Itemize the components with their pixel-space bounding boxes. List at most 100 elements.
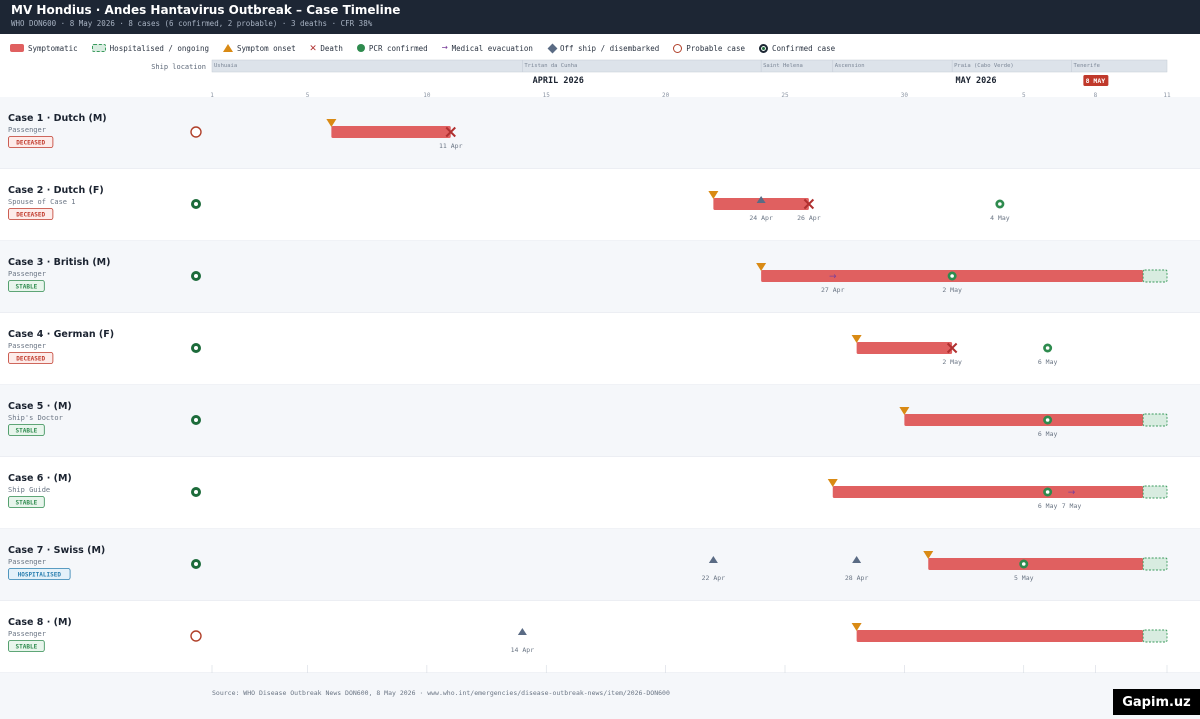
location-label: Tristan da Cunha [524,63,577,69]
probable-case-icon [190,630,202,642]
hospitalised-bar [1142,629,1168,643]
case-timeline-chart: Ship location Ushuaia Tristan da Cunha Sain… [0,59,1200,719]
event-date-label: 26 Apr [797,214,821,222]
hospitalised-bar [1142,269,1168,283]
hollow-circle-icon [673,43,683,53]
case-role: Passenger [8,270,46,278]
legend-label: Death [320,43,343,53]
event-date-label: 6 May [1038,502,1058,510]
event-date-label: 5 May [1014,574,1034,582]
x-mark-icon: ✕ [309,41,317,54]
legend-label: Medical evacuation [451,43,533,53]
symptomatic-bar [856,630,1144,642]
dot-icon [356,44,365,52]
legend-item-probable: Probable case [673,43,745,53]
legend-item-symptomatic: Symptomatic [10,44,78,53]
hospitalised-bar [1142,413,1168,427]
case-title: Case 2 · Dutch (F) [8,185,104,196]
case-title: Case 7 · Swiss (M) [8,545,105,556]
legend-item-onset: Symptom onset [223,44,296,53]
pcr-confirmed-icon-center [1045,418,1050,422]
event-date-label: 7 May [1062,502,1082,510]
location-label: Tenerife [1074,63,1101,69]
status-badge-text: STABLE [16,428,38,435]
case-title: Case 5 · (M) [8,401,72,412]
legend-item-death: ✕ Death [309,41,343,54]
legend-item-pcr: PCR confirmed [356,43,428,53]
symptomatic-bar [331,126,451,138]
ship-location-label: Ship location [151,63,206,71]
pcr-confirmed-icon-center [950,274,954,278]
chart-legend: Symptomatic Hospitalised / ongoing Symptom… [10,42,849,54]
event-date-label: 2 May [942,358,962,366]
symptomatic-bar [904,414,1144,426]
pcr-confirmed-icon-center [1045,490,1050,494]
month-label: MAY 2026 [956,76,997,86]
status-badge-text: STABLE [16,500,38,507]
location-label: Saint Helena [763,63,803,69]
legend-label: Hospitalised / ongoing [109,43,210,53]
case-row-bg [0,97,1200,169]
dashed-bar-swatch [91,44,106,52]
today-label: 8 MAY [1086,77,1106,85]
event-date-label: 27 Apr [821,286,845,294]
pcr-confirmed-icon-center [1021,562,1026,566]
page-title: MV Hondius · Andes Hantavirus Outbreak –… [11,3,401,17]
legend-label: PCR confirmed [368,43,428,53]
confirmed-case-icon-center [194,490,198,494]
hospitalised-bar [1142,485,1168,499]
status-badge-text: DECEASED [16,356,45,363]
confirmed-case-icon-center [194,562,198,566]
location-label: Ushuaia [214,63,237,69]
case-role: Passenger [8,342,46,350]
confirmed-case-icon-center [194,202,198,206]
event-date-label: 6 May [1038,358,1058,366]
case-role: Ship Guide [8,486,50,494]
page-header: MV Hondius · Andes Hantavirus Outbreak –… [0,0,1200,34]
month-label: APRIL 2026 [533,76,584,86]
status-badge-text: HOSPITALISED [18,572,62,579]
symptomatic-bar [928,558,1144,570]
confirmed-case-icon-center [194,346,198,350]
confirmed-case-icon-center [194,274,198,278]
event-date-label: 14 Apr [511,646,535,654]
case-title: Case 3 · British (M) [8,257,110,268]
probable-case-icon [190,126,202,138]
case-role: Ship's Doctor [8,414,63,422]
page-subtitle: WHO DON600 · 8 May 2026 · 8 cases (6 con… [11,19,373,28]
status-badge-text: DECEASED [16,212,45,219]
event-date-label: 11 Apr [439,142,463,150]
case-row-bg [0,313,1200,385]
status-badge-text: STABLE [16,644,38,651]
arrow-right-icon: → [441,42,448,53]
case-title: Case 4 · German (F) [8,329,114,340]
legend-label: Symptomatic [28,43,78,53]
location-label: Ascension [835,63,865,69]
status-badge-text: STABLE [16,284,38,291]
medevac-arrow-icon: → [829,272,837,282]
legend-item-medevac: → Medical evacuation [442,43,533,53]
legend-label: Off ship / disembarked [559,43,660,53]
hospitalised-bar [1142,557,1168,571]
location-label: Praia (Cabo Verde) [954,63,1014,69]
symptomatic-bar [856,342,953,354]
event-date-label: 2 May [942,286,962,294]
case-role: Passenger [8,630,46,638]
legend-label: Probable case [686,43,745,53]
legend-item-confirmed: Confirmed case [758,43,835,53]
legend-label: Symptom onset [237,43,296,53]
watermark-logo: Gapim.uz [1113,689,1200,715]
case-role: Passenger [8,558,46,566]
case-role: Passenger [8,126,46,134]
case-title: Case 8 · (M) [8,617,72,628]
legend-item-hospitalised: Hospitalised / ongoing [91,43,210,53]
event-date-label: 24 Apr [749,214,773,222]
diamond-icon [547,43,558,53]
status-badge-text: DECEASED [16,140,45,147]
source-note: Source: WHO Disease Outbreak News DON600… [212,689,670,697]
case-row-bg [0,169,1200,241]
event-date-label: 22 Apr [702,574,726,582]
case-title: Case 6 · (M) [8,473,72,484]
ringed-dot-icon [758,43,768,53]
event-date-label: 6 May [1038,430,1058,438]
